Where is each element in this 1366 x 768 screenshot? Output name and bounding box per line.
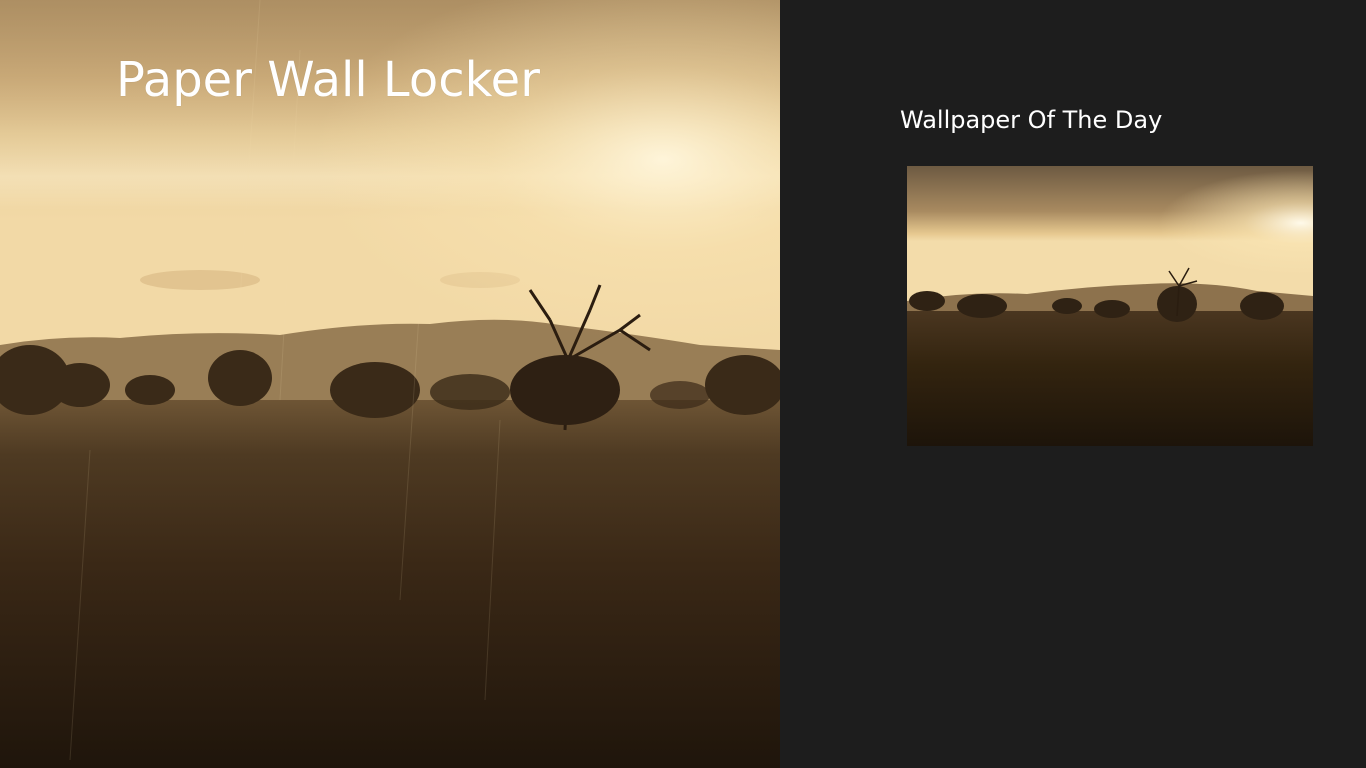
side-panel: Wallpaper Of The Day [780,0,1366,768]
hero-wallpaper-art [0,0,780,768]
app-window: Paper Wall Locker Wallpaper Of The Day [0,0,1366,768]
wallpaper-of-the-day-title: Wallpaper Of The Day [900,106,1163,134]
wallpaper-of-the-day-thumbnail[interactable] [907,166,1313,446]
hero-wallpaper-image [0,0,780,768]
thumbnail-art [907,166,1313,446]
app-title: Paper Wall Locker [116,52,540,108]
